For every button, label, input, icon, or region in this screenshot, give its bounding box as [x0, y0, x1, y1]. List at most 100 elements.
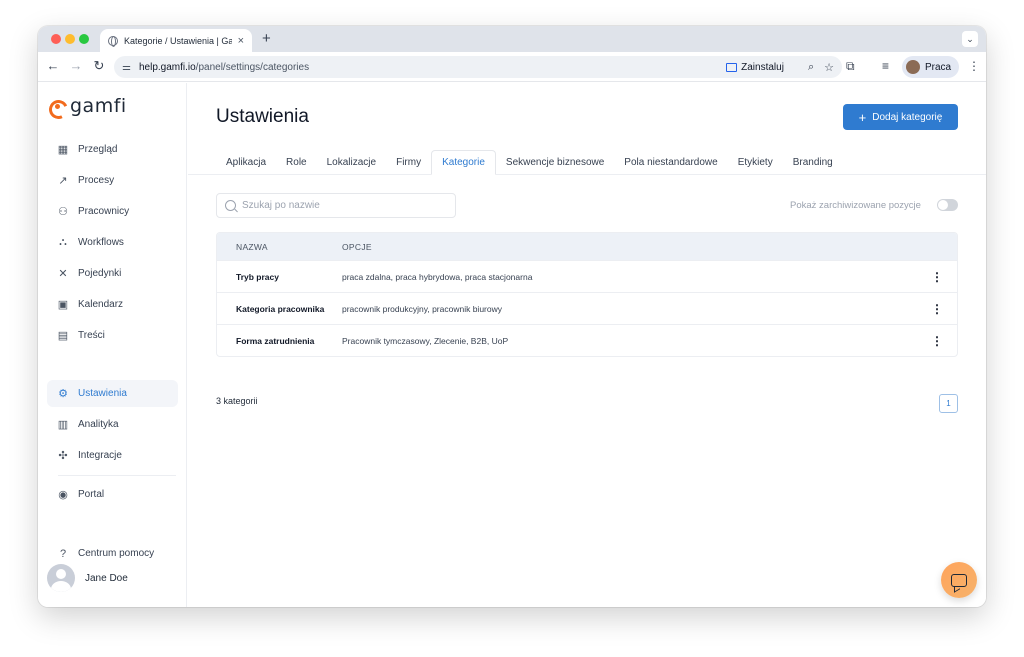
sidebar-item-label: Procesy	[78, 175, 115, 186]
sidebar-item-label: Kalendarz	[78, 299, 124, 310]
column-header-name[interactable]: NAZWA	[217, 242, 342, 252]
browser-tab-title: Kategorie / Ustawienia | Gamfi	[124, 35, 232, 46]
column-header-options: OPCJE	[342, 241, 372, 252]
install-app-button[interactable]: Zainstaluj	[726, 62, 784, 73]
show-archived-toggle[interactable]	[937, 199, 958, 211]
route-icon: ↗	[58, 175, 68, 187]
sidebar-item-label: Ustawienia	[78, 388, 127, 399]
tab-sekwencje-biznesowe[interactable]: Sekwencje biznesowe	[496, 150, 614, 175]
sidebar-item-label: Portal	[78, 489, 105, 500]
main-content: Ustawienia + Dodaj kategorię Aplikacja R…	[188, 83, 986, 607]
browser-titlebar: Kategorie / Ustawienia | Gamfi × + ⌄	[38, 26, 986, 52]
browser-menu-icon[interactable]: ⋮	[968, 59, 980, 73]
bookmark-star-icon[interactable]: ☆	[824, 61, 834, 74]
gamfi-logo[interactable]: gamfi	[48, 95, 127, 117]
new-tab-button[interactable]: +	[262, 30, 271, 47]
sidebar-item-label: Workflows	[78, 237, 124, 248]
sidebar-item-pracownicy[interactable]: ⚇ Pracownicy	[47, 198, 178, 225]
tab-aplikacja[interactable]: Aplikacja	[216, 150, 276, 175]
table-row[interactable]: Tryb pracy praca zdalna, praca hybrydowa…	[217, 260, 957, 292]
reload-icon[interactable]: ↻	[90, 58, 108, 74]
show-archived-label: Pokaż zarchiwizowane pozycje	[790, 200, 921, 211]
sidebar-item-przeglad[interactable]: ▦ Przegląd	[47, 136, 178, 163]
chart-file-icon: ▥	[57, 419, 69, 431]
browser-tab[interactable]: Kategorie / Ustawienia | Gamfi ×	[100, 29, 252, 52]
sidebar-item-ustawienia[interactable]: ⚙ Ustawienia	[47, 380, 178, 407]
row-menu-icon[interactable]: ⋮	[931, 270, 943, 284]
browser-window: Kategorie / Ustawienia | Gamfi × + ⌄ ← →…	[38, 26, 986, 607]
sidebar-item-tresci[interactable]: ▤ Treści	[47, 322, 178, 349]
tab-pola-niestandardowe[interactable]: Pola niestandardowe	[614, 150, 727, 175]
back-icon[interactable]: ←	[44, 58, 62, 73]
user-name: Jane Doe	[85, 572, 128, 584]
sidebar-item-label: Pojedynki	[78, 268, 122, 279]
sidebar-item-analityka[interactable]: ▥ Analityka	[47, 411, 178, 438]
tab-role[interactable]: Role	[276, 150, 317, 175]
search-icon	[225, 200, 236, 211]
profile-button[interactable]: Praca	[902, 56, 960, 78]
chat-support-button[interactable]	[941, 562, 977, 598]
gamfi-logo-mark-icon	[48, 97, 66, 115]
tab-etykiety[interactable]: Etykiety	[728, 150, 783, 175]
pagination-page-1[interactable]: 1	[939, 394, 958, 413]
sidebar-item-label: Analityka	[78, 419, 119, 430]
minimize-window-button[interactable]	[65, 34, 75, 44]
clipboard-icon: ▤	[57, 330, 69, 342]
tab-close-icon[interactable]: ×	[238, 35, 244, 47]
install-icon	[726, 62, 738, 72]
sidebar-divider	[58, 475, 176, 476]
row-menu-icon[interactable]: ⋮	[931, 302, 943, 316]
workflow-icon: ⛬	[59, 236, 67, 248]
sidebar-item-help[interactable]: ? Centrum pomocy	[47, 540, 178, 567]
sidebar-item-label: Przegląd	[78, 144, 118, 155]
user-profile[interactable]: Jane Doe	[47, 564, 128, 592]
address-bar[interactable]: ⚌ help.gamfi.io/panel/settings/categorie…	[114, 56, 842, 78]
sidebar-item-pojedynki[interactable]: ✕ Pojedynki	[47, 260, 178, 287]
sidebar-item-label: Pracownicy	[78, 206, 130, 217]
media-controls-icon[interactable]: ≡	[882, 59, 889, 73]
tab-firmy[interactable]: Firmy	[386, 150, 431, 175]
tab-search-button[interactable]: ⌄	[962, 31, 978, 47]
tab-branding[interactable]: Branding	[783, 150, 843, 175]
profile-label: Praca	[925, 61, 952, 73]
dashboard-icon: ▦	[57, 144, 69, 156]
globe-icon	[108, 35, 118, 47]
sidebar-item-kalendarz[interactable]: ▣ Kalendarz	[47, 291, 178, 318]
site-info-icon[interactable]: ⚌	[122, 62, 131, 73]
gear-icon: ⚙	[58, 388, 68, 400]
table-row[interactable]: Forma zatrudnienia Pracownik tymczasowy,…	[217, 324, 957, 356]
row-menu-icon[interactable]: ⋮	[931, 334, 943, 348]
sidebar-item-label: Integracje	[78, 450, 122, 461]
search-field[interactable]	[216, 193, 456, 218]
maximize-window-button[interactable]	[79, 34, 89, 44]
zoom-icon[interactable]: ⌕	[808, 61, 814, 74]
sidebar-item-portal[interactable]: ◉ Portal	[47, 481, 178, 508]
table-row[interactable]: Kategoria pracownika pracownik produkcyj…	[217, 292, 957, 324]
add-category-label: Dodaj kategorię	[872, 111, 943, 123]
sidebar-item-procesy[interactable]: ↗ Procesy	[47, 167, 178, 194]
category-count: 3 kategorii	[216, 396, 258, 406]
url-path: /panel/settings/categories	[195, 61, 310, 73]
forward-icon[interactable]: →	[67, 58, 85, 73]
table-header: NAZWA OPCJE	[217, 233, 957, 260]
category-options: praca zdalna, praca hybrydowa, praca sta…	[342, 271, 533, 282]
search-input[interactable]	[242, 200, 442, 211]
extensions-icon[interactable]: ⧉	[846, 59, 855, 74]
tab-kategorie[interactable]: Kategorie	[431, 150, 496, 175]
sidebar-item-label: Centrum pomocy	[78, 548, 155, 559]
profile-avatar	[906, 60, 920, 74]
category-options: Pracownik tymczasowy, Zlecenie, B2B, UoP	[342, 335, 509, 346]
add-category-button[interactable]: + Dodaj kategorię	[843, 104, 958, 130]
categories-table: NAZWA OPCJE Tryb pracy praca zdalna, pra…	[216, 232, 958, 357]
puzzle-icon: ✣	[58, 450, 68, 462]
install-label: Zainstaluj	[741, 61, 784, 73]
sidebar-item-integracje[interactable]: ✣ Integracje	[47, 442, 178, 469]
close-window-button[interactable]	[51, 34, 61, 44]
user-circle-icon: ◉	[58, 489, 68, 501]
sidebar: gamfi ▦ Przegląd ↗ Procesy ⚇ Pracownicy …	[38, 83, 187, 607]
sidebar-item-workflows[interactable]: ⛬ Workflows	[47, 229, 178, 256]
category-options: pracownik produkcyjny, pracownik biurowy	[342, 303, 502, 314]
category-name: Tryb pracy	[236, 271, 279, 282]
help-circle-icon: ?	[59, 547, 67, 560]
tab-lokalizacje[interactable]: Lokalizacje	[317, 150, 386, 175]
